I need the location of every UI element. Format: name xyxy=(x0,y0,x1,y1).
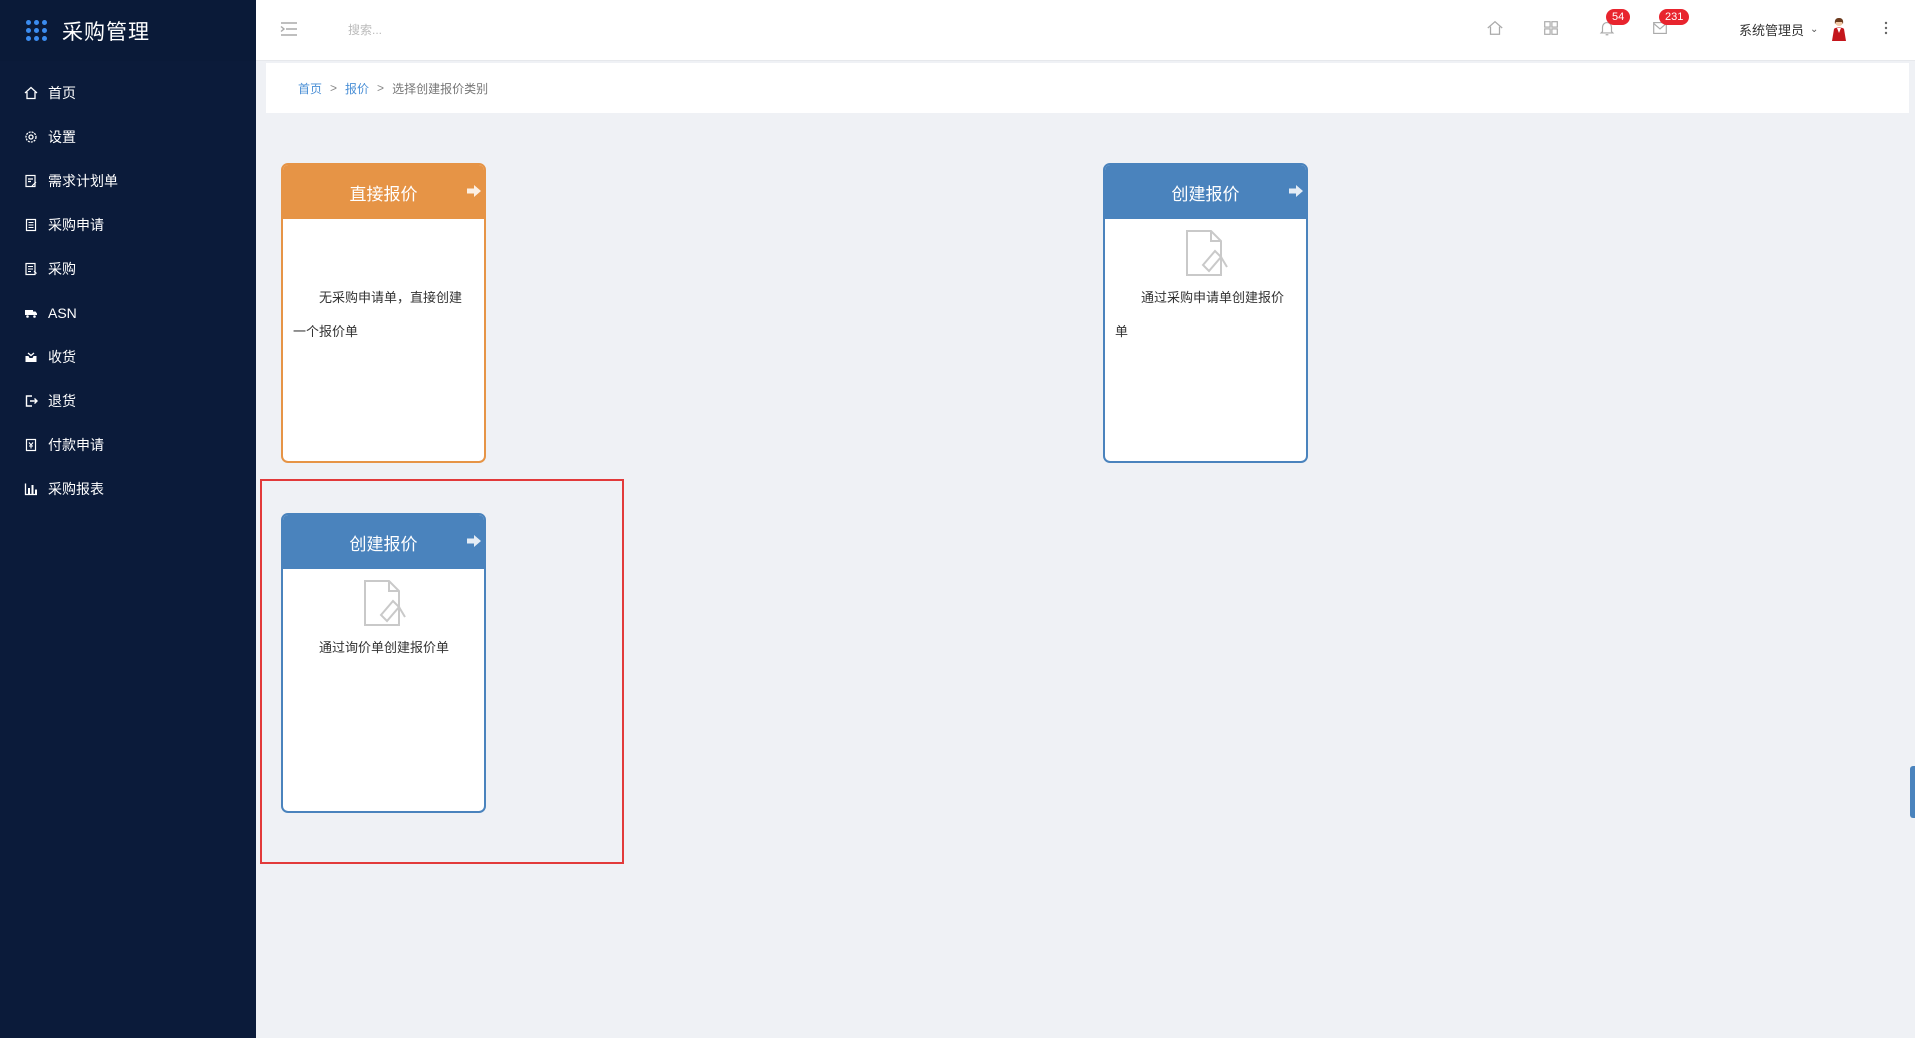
apps-grid-icon xyxy=(26,19,48,42)
breadcrumb-quotation[interactable]: 报价 xyxy=(345,80,369,97)
breadcrumb-separator: > xyxy=(377,81,385,95)
direct-quotation-card[interactable]: 直接报价 无采购申请单，直接创建一个报价单 xyxy=(281,163,486,463)
clipboard-icon xyxy=(24,218,38,232)
top-header: 54 231 系统管理员 ⌄ xyxy=(256,0,1915,61)
card-title: 创建报价 xyxy=(1171,184,1240,204)
gear-icon xyxy=(24,130,38,144)
arrow-right-icon xyxy=(1289,185,1303,197)
card-description: 无采购申请单，直接创建一个报价单 xyxy=(293,290,463,339)
payment-doc-icon xyxy=(24,438,38,452)
sidebar-item-home[interactable]: 首页 xyxy=(0,71,256,115)
document-edit-icon xyxy=(1185,230,1228,276)
home-nav-icon[interactable] xyxy=(1486,19,1506,39)
search-input[interactable] xyxy=(348,18,548,42)
sidebar-item-label: 收货 xyxy=(48,349,76,365)
sidebar-item-label: 首页 xyxy=(48,85,76,101)
sidebar-item-asn[interactable]: ASN xyxy=(0,291,256,335)
messages-badge: 231 xyxy=(1659,9,1690,25)
message-icon[interactable]: 231 xyxy=(1651,9,1690,39)
sidebar-item-label: ASN xyxy=(48,305,77,321)
list-document-icon xyxy=(24,262,38,276)
card-description: 通过采购申请单创建报价单 xyxy=(1115,290,1285,339)
sidebar-item-purchase-report[interactable]: 采购报表 xyxy=(0,467,256,511)
card-header: 创建报价 xyxy=(1105,165,1306,219)
breadcrumb-home[interactable]: 首页 xyxy=(298,80,322,97)
sidebar-item-purchase[interactable]: 采购 xyxy=(0,247,256,291)
sidebar: 采购管理 首页 设置 需求计划单 采购申请 采购 ASN 收货 退货 付款申请 … xyxy=(0,0,256,1038)
return-icon xyxy=(24,394,38,408)
arrow-right-icon xyxy=(467,185,481,197)
menu-toggle-icon[interactable] xyxy=(280,20,298,38)
sidebar-item-receiving[interactable]: 收货 xyxy=(0,335,256,379)
sidebar-item-label: 采购报表 xyxy=(48,481,104,497)
home-icon xyxy=(24,86,38,100)
app-logo[interactable]: 采购管理 xyxy=(0,0,256,61)
truck-icon xyxy=(24,306,38,320)
sidebar-item-label: 需求计划单 xyxy=(48,173,118,189)
breadcrumb-current: 选择创建报价类别 xyxy=(392,81,489,96)
sidebar-menu: 首页 设置 需求计划单 采购申请 采购 ASN 收货 退货 付款申请 采购报表 xyxy=(0,71,256,511)
side-scroll-handle[interactable] xyxy=(1910,766,1915,818)
more-options-icon[interactable] xyxy=(1883,18,1889,38)
sidebar-item-settings[interactable]: 设置 xyxy=(0,115,256,159)
document-edit-icon xyxy=(24,174,38,188)
create-from-request-card[interactable]: 创建报价 通过采购申请单创建报价单 xyxy=(1103,163,1308,463)
user-menu[interactable]: 系统管理员 ⌄ xyxy=(1739,20,1818,39)
sidebar-item-label: 退货 xyxy=(48,393,76,409)
card-header: 直接报价 xyxy=(283,165,484,219)
avatar[interactable] xyxy=(1830,16,1848,42)
sidebar-item-demand-plan[interactable]: 需求计划单 xyxy=(0,159,256,203)
inbox-icon xyxy=(24,350,38,364)
card-title: 直接报价 xyxy=(349,184,418,204)
sidebar-item-label: 采购申请 xyxy=(48,217,104,233)
notification-bell-icon[interactable]: 54 xyxy=(1598,9,1631,39)
breadcrumb-separator: > xyxy=(330,81,338,95)
sidebar-item-payment-request[interactable]: 付款申请 xyxy=(0,423,256,467)
selection-highlight xyxy=(260,479,624,864)
sidebar-item-label: 付款申请 xyxy=(48,437,104,453)
chevron-down-icon: ⌄ xyxy=(1810,24,1819,35)
app-title: 采购管理 xyxy=(62,20,150,44)
sidebar-item-returns[interactable]: 退货 xyxy=(0,379,256,423)
sidebar-item-purchase-request[interactable]: 采购申请 xyxy=(0,203,256,247)
grid-apps-icon[interactable] xyxy=(1542,19,1562,39)
breadcrumb: 首页 > 报价 > 选择创建报价类别 xyxy=(266,63,1909,113)
notifications-badge: 54 xyxy=(1606,9,1631,25)
bar-chart-icon xyxy=(24,482,38,496)
sidebar-item-label: 设置 xyxy=(48,129,76,145)
sidebar-item-label: 采购 xyxy=(48,261,76,277)
user-name: 系统管理员 xyxy=(1739,23,1805,38)
